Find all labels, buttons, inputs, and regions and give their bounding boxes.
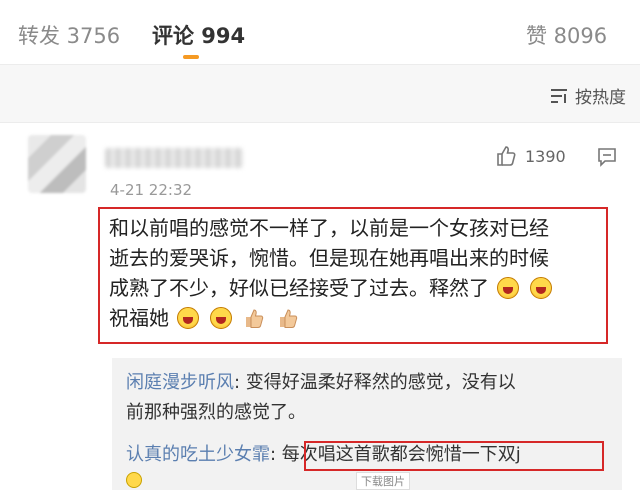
comment-line-1: 和以前唱的感觉不一样了，以前是一个女孩对已经 bbox=[109, 216, 549, 240]
highlighted-comment-text: 和以前唱的感觉不一样了，以前是一个女孩对已经 逝去的爱哭诉，惋惜。但是现在她再唱… bbox=[98, 207, 608, 344]
tab-like[interactable]: 赞 8096 bbox=[526, 20, 607, 50]
comment-timestamp: 4-21 22:32 bbox=[110, 181, 193, 199]
comment-line-4: 祝福她 bbox=[109, 303, 596, 333]
tab-repost[interactable]: 转发 3756 bbox=[18, 20, 120, 50]
thumbs-up-emoji-icon bbox=[246, 309, 264, 328]
reply-item-continued: 前那种强烈的感觉了。 bbox=[126, 399, 306, 427]
comment-line-4-text: 祝福她 bbox=[109, 306, 169, 330]
reply-text: 前那种强烈的感觉了。 bbox=[126, 402, 306, 423]
reply-text: 变得好温柔好释然的感觉，没有以 bbox=[245, 372, 516, 393]
like-button[interactable]: 1390 bbox=[495, 145, 566, 167]
smile-emoji-icon bbox=[126, 472, 142, 488]
laughing-emoji-icon bbox=[177, 307, 200, 329]
laughing-emoji-icon bbox=[497, 277, 520, 299]
sort-by-hot-button[interactable]: 按热度 bbox=[549, 83, 626, 108]
reply-username[interactable]: 闲庭漫步听风 bbox=[126, 372, 234, 393]
tab-bar: 转发 3756 评论 994 赞 8096 bbox=[0, 0, 640, 65]
tab-comment[interactable]: 评论 994 bbox=[152, 20, 245, 50]
reply-item: 闲庭漫步听风: 变得好温柔好释然的感觉，没有以 bbox=[126, 372, 516, 393]
sort-icon bbox=[551, 88, 567, 103]
blurred-username[interactable] bbox=[105, 148, 243, 168]
active-tab-indicator bbox=[183, 55, 199, 59]
highlighted-reply-box bbox=[304, 441, 604, 471]
comment-line-2: 逝去的爱哭诉，惋惜。但是现在她再唱出来的时候 bbox=[109, 246, 549, 270]
thumbs-up-emoji-icon bbox=[280, 309, 298, 328]
thumbs-up-icon bbox=[497, 146, 516, 166]
laughing-emoji-icon bbox=[209, 307, 232, 329]
sort-bar: 按热度 bbox=[0, 65, 640, 123]
reply-icon[interactable] bbox=[596, 146, 618, 168]
comment-line-3: 成熟了不少，好似已经接受了过去。释然了 bbox=[109, 273, 596, 303]
like-count: 1390 bbox=[525, 146, 566, 166]
replies-block: 闲庭漫步听风: 变得好温柔好释然的感觉，没有以 前那种强烈的感觉了。 认真的吃土… bbox=[112, 358, 622, 490]
sort-label: 按热度 bbox=[575, 88, 626, 108]
laughing-emoji-icon bbox=[529, 277, 552, 299]
download-image-label[interactable]: 下载图片 bbox=[356, 472, 410, 490]
avatar[interactable] bbox=[28, 135, 86, 193]
reply-username[interactable]: 认真的吃土少女霏 bbox=[126, 444, 270, 465]
comment-line-3-text: 成熟了不少，好似已经接受了过去。释然了 bbox=[109, 276, 489, 300]
